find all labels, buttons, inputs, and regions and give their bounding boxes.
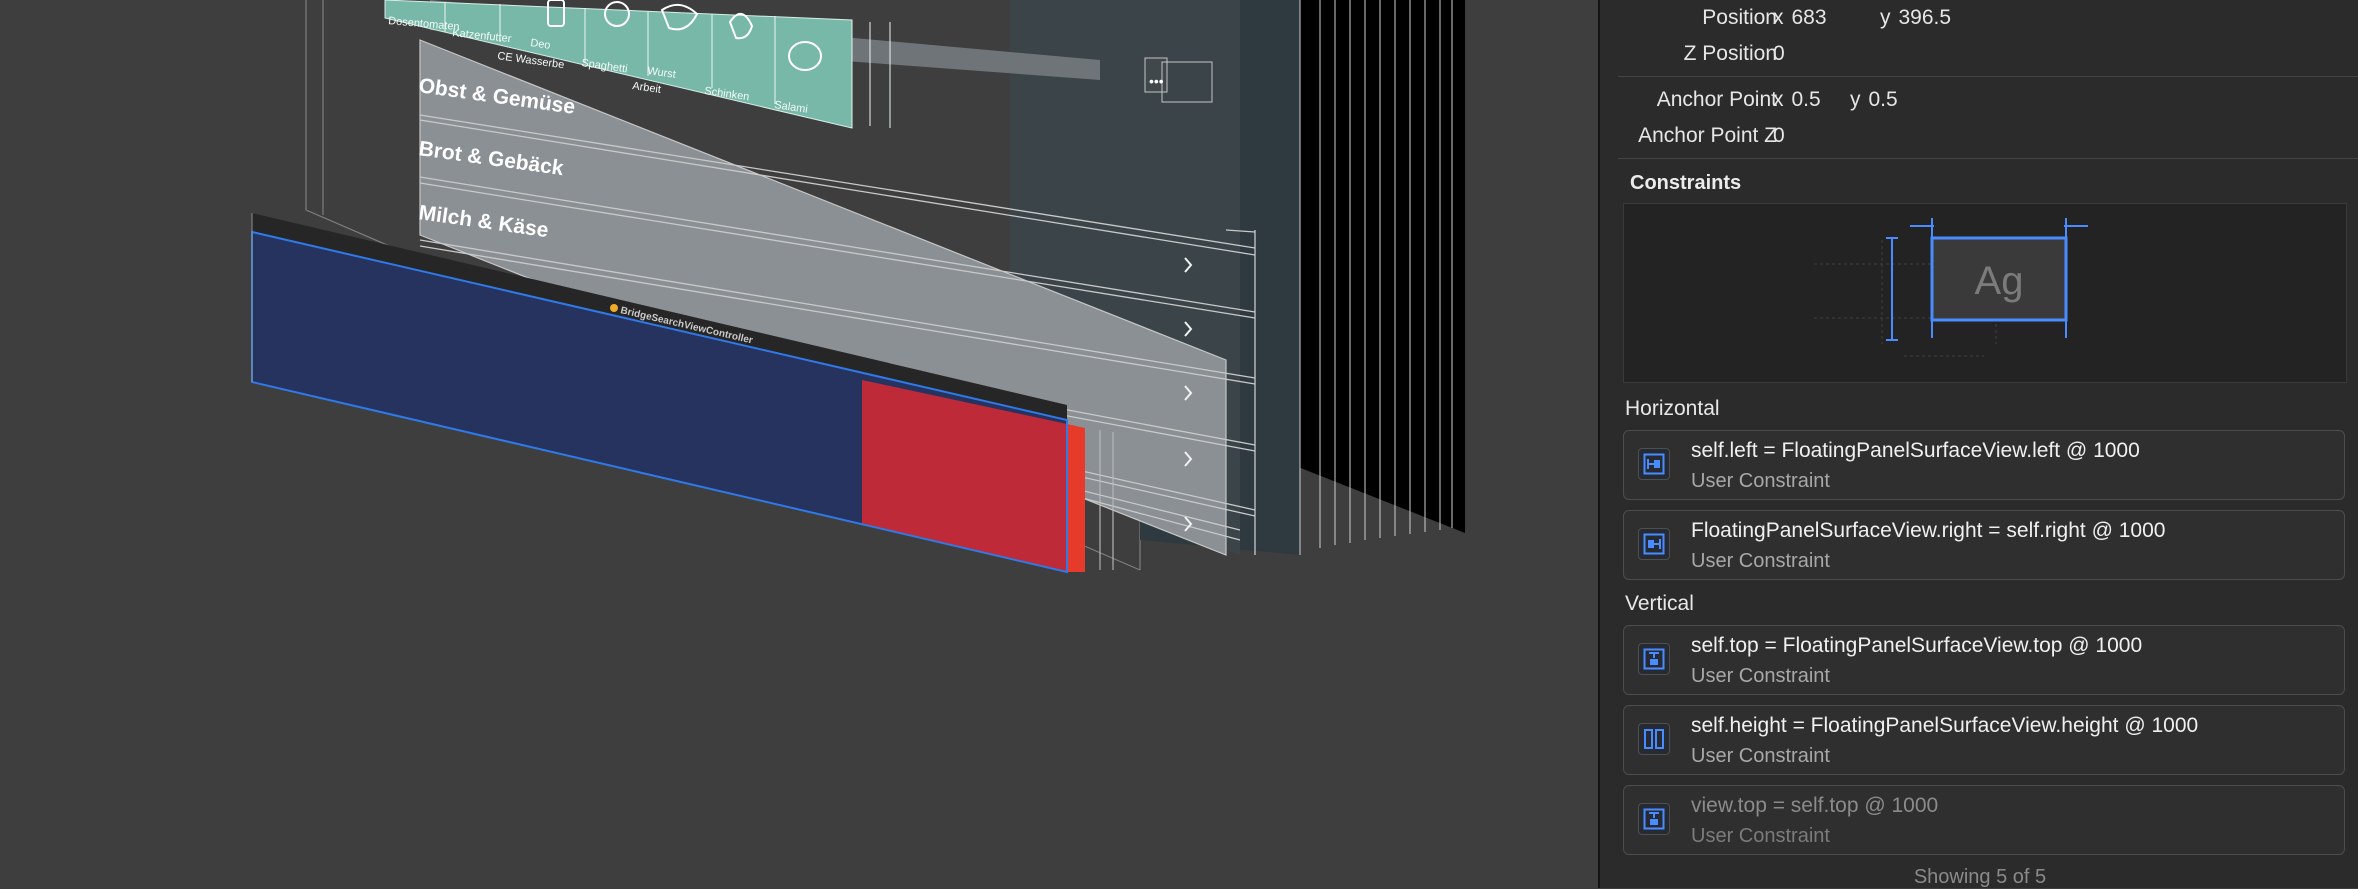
anchor-x-field[interactable]: x 0.5: [1773, 85, 1821, 115]
constraints-count: Showing 5 of 5: [1913, 866, 2047, 888]
anchor-z-field[interactable]: 0: [1773, 121, 1785, 151]
view-hierarchy-canvas[interactable]: ••• Dosentomaten Katzenfutter CE Wasserb…: [0, 0, 1598, 888]
top-constraint-icon: [1638, 803, 1670, 835]
constraints-diagram: Ag: [1814, 218, 2088, 357]
size-inspector: Position x 683 y 396.5 Z Position 0 Anch…: [1598, 0, 2358, 888]
y-key: y: [1880, 6, 1891, 29]
preview-text: Ag: [1975, 259, 2024, 303]
constraint-row[interactable]: self.top = FloatingPanelSurfaceView.top …: [1623, 625, 2345, 695]
controller-icon: [610, 304, 618, 312]
constraint-subtitle: User Constraint: [1691, 745, 1830, 767]
constraint-subtitle: User Constraint: [1691, 470, 1830, 492]
height-constraint-icon: [1638, 723, 1670, 755]
z-position-field[interactable]: 0: [1773, 39, 1785, 69]
z-position-label: Z Position: [1683, 42, 1777, 65]
trailing-constraint-icon: [1638, 528, 1670, 560]
divider: [1618, 158, 2358, 159]
constraint-row[interactable]: FloatingPanelSurfaceView.right = self.ri…: [1623, 510, 2345, 580]
x-key: x: [1773, 88, 1784, 111]
y-key: y: [1850, 88, 1861, 111]
anchor-x-value[interactable]: 0.5: [1792, 88, 1821, 112]
exploded-layers-svg[interactable]: ••• Dosentomaten Katzenfutter CE Wasserb…: [0, 0, 1598, 888]
anchor-y-field[interactable]: y 0.5: [1850, 85, 1898, 115]
z-position-value[interactable]: 0: [1773, 42, 1785, 66]
constraint-row[interactable]: self.left = FloatingPanelSurfaceView.lef…: [1623, 430, 2345, 500]
leading-constraint-icon: [1638, 448, 1670, 480]
anchor-y-value[interactable]: 0.5: [1869, 88, 1898, 112]
x-key: x: [1773, 6, 1784, 29]
constraint-title: self.height = FloatingPanelSurfaceView.h…: [1691, 714, 2199, 737]
position-x-value[interactable]: 683: [1792, 6, 1827, 30]
position-y-field[interactable]: y 396.5: [1880, 3, 1951, 33]
horizontal-title: Horizontal: [1625, 397, 1720, 420]
anchor-point-label: Anchor Point: [1656, 88, 1777, 111]
constraint-row[interactable]: view.top = self.top @ 1000 User Constrai…: [1623, 785, 2345, 855]
constraint-row[interactable]: self.height = FloatingPanelSurfaceView.h…: [1623, 705, 2345, 775]
anchor-z-value[interactable]: 0: [1773, 124, 1785, 148]
position-y-value[interactable]: 396.5: [1899, 6, 1952, 30]
constraint-title: self.top = FloatingPanelSurfaceView.top …: [1691, 634, 2143, 657]
constraint-title: view.top = self.top @ 1000: [1691, 794, 1939, 817]
constraint-subtitle: User Constraint: [1691, 550, 1830, 572]
constraint-subtitle: User Constraint: [1691, 825, 1830, 847]
constraint-subtitle: User Constraint: [1691, 665, 1830, 687]
divider: [1618, 76, 2358, 77]
svg-text:•••: •••: [1149, 73, 1164, 89]
constraint-title: self.left = FloatingPanelSurfaceView.lef…: [1691, 439, 2140, 462]
position-label: Position: [1702, 6, 1777, 29]
chip-label: Arbeit: [632, 80, 662, 96]
constraints-preview: Ag: [1623, 203, 2347, 383]
constraint-title: FloatingPanelSurfaceView.right = self.ri…: [1691, 519, 2166, 542]
position-x-field[interactable]: x 683: [1773, 3, 1827, 33]
vertical-title: Vertical: [1625, 592, 1694, 615]
constraints-title: Constraints: [1630, 172, 1742, 194]
top-constraint-icon: [1638, 643, 1670, 675]
anchor-point-z-label: Anchor Point Z: [1638, 124, 1777, 147]
